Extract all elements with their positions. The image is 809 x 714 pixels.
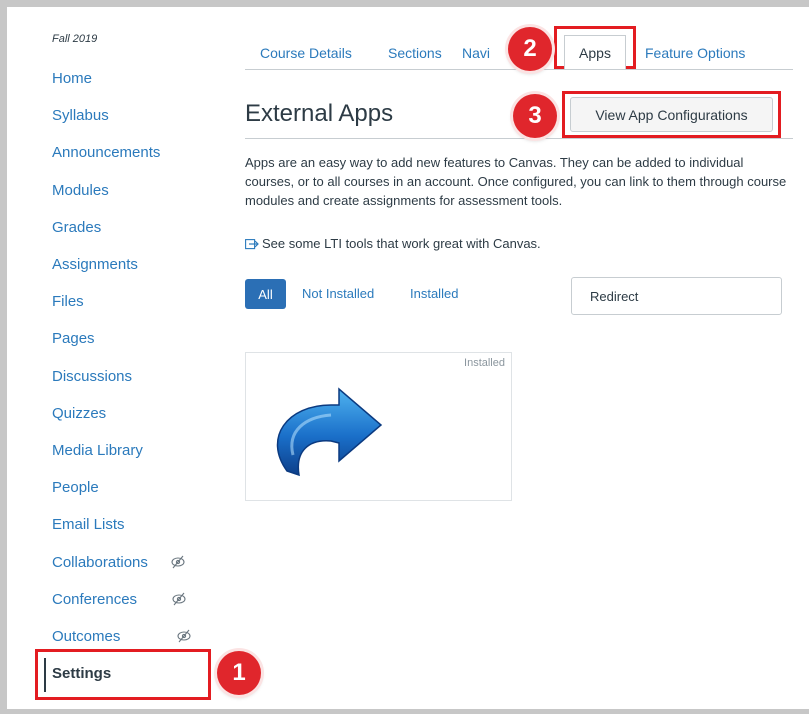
nav-item-home[interactable]: Home <box>52 60 212 97</box>
installed-badge: Installed <box>464 357 505 369</box>
nav-item-media-library[interactable]: Media Library <box>52 432 212 469</box>
title-divider <box>245 138 793 139</box>
course-navigation: Home Syllabus Announcements Modules Grad… <box>52 60 212 655</box>
apps-description: Apps are an easy way to add new features… <box>245 155 787 208</box>
callout-badge-1: 1 <box>217 651 261 695</box>
filter-installed[interactable]: Installed <box>410 286 458 301</box>
nav-item-email-lists[interactable]: Email Lists <box>52 506 212 543</box>
tab-navigation[interactable]: Navi <box>462 45 490 61</box>
eye-slash-icon <box>177 630 191 643</box>
view-app-configurations-button[interactable]: View App Configurations <box>570 97 773 132</box>
eye-slash-icon <box>171 555 185 569</box>
nav-item-modules[interactable]: Modules <box>52 172 212 209</box>
tab-course-details[interactable]: Course Details <box>260 45 352 61</box>
nav-item-syllabus[interactable]: Syllabus <box>52 97 212 134</box>
nav-item-files[interactable]: Files <box>52 283 212 320</box>
filter-not-installed[interactable]: Not Installed <box>302 286 374 301</box>
nav-item-pages[interactable]: Pages <box>52 320 212 357</box>
nav-item-announcements[interactable]: Announcements <box>52 134 212 171</box>
page-title: External Apps <box>245 100 394 127</box>
course-term: Fall 2019 <box>52 33 98 45</box>
window-frame-bottom <box>0 709 809 714</box>
tab-apps[interactable]: Apps <box>564 35 626 69</box>
eye-slash-icon <box>172 592 186 606</box>
filter-all-button[interactable]: All <box>245 279 286 309</box>
app-card-redirect[interactable]: Installed <box>245 352 512 501</box>
redirect-arrow-icon <box>276 387 383 477</box>
app-search-input[interactable] <box>571 277 782 315</box>
nav-item-discussions[interactable]: Discussions <box>52 358 212 395</box>
nav-item-grades[interactable]: Grades <box>52 209 212 246</box>
window-frame-top <box>0 0 809 7</box>
active-indicator <box>44 658 46 692</box>
nav-item-collaborations[interactable]: Collaborations <box>52 543 212 580</box>
nav-item-settings[interactable]: Settings <box>52 665 111 682</box>
lti-link-label: See some LTI tools that work great with … <box>262 236 541 251</box>
tab-sections[interactable]: Sections <box>388 45 442 61</box>
nav-item-people[interactable]: People <box>52 469 212 506</box>
callout-badge-2: 2 <box>508 27 552 71</box>
window-frame-left <box>0 0 7 714</box>
nav-item-quizzes[interactable]: Quizzes <box>52 395 212 432</box>
nav-item-conferences[interactable]: Conferences <box>52 581 212 618</box>
tab-feature-options[interactable]: Feature Options <box>645 45 745 61</box>
lti-tools-link[interactable]: See some LTI tools that work great with … <box>245 236 541 251</box>
callout-badge-3: 3 <box>513 94 557 138</box>
nav-item-assignments[interactable]: Assignments <box>52 246 212 283</box>
external-link-icon <box>245 238 259 249</box>
